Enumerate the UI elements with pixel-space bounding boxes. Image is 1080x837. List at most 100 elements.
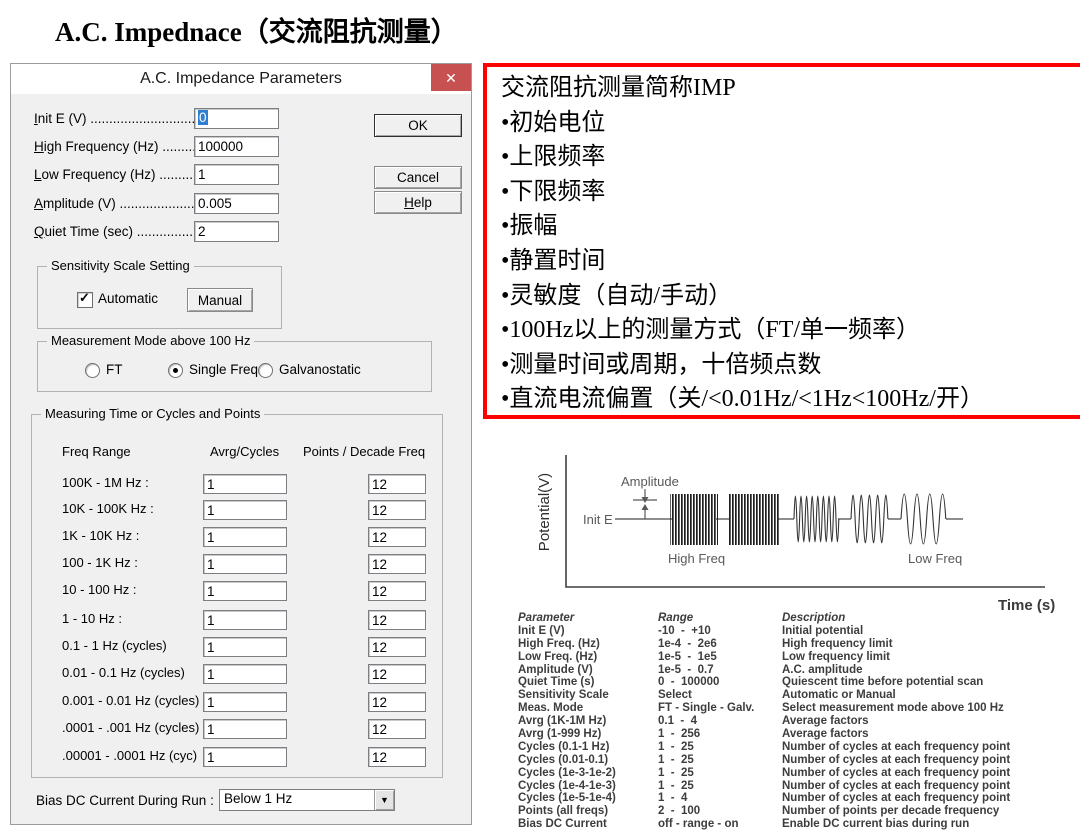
avrg-input[interactable] <box>203 692 287 712</box>
points-input[interactable] <box>368 610 426 630</box>
points-input[interactable] <box>368 581 426 601</box>
single-freq-label: Single Freq. <box>189 362 262 377</box>
avrg-input[interactable] <box>203 610 287 630</box>
avrg-input[interactable] <box>203 527 287 547</box>
table-row: Low Freq. (Hz)1e-5 - 1e5Low frequency li… <box>518 651 1078 664</box>
dense-burst-2 <box>728 494 780 545</box>
points-input[interactable] <box>368 474 426 494</box>
table-row: Cycles (1e-5-1e-4)1 - 4Number of cycles … <box>518 792 1078 805</box>
ft-radio[interactable] <box>85 363 100 378</box>
table-row: Cycles (1e-3-1e-2)1 - 25Number of cycles… <box>518 767 1078 780</box>
table-row: Cycles (1e-4-1e-3)1 - 25Number of cycles… <box>518 780 1078 793</box>
bias-dc-dropdown[interactable]: Below 1 Hz ▼ <box>219 789 395 811</box>
measuring-group: Measuring Time or Cycles and Points Freq… <box>31 414 443 778</box>
parameter-table-header: ParameterRangeDescription <box>518 612 1078 625</box>
parameter-table: ParameterRangeDescription Init E (V)-10 … <box>518 612 1078 831</box>
bias-dc-value: Below 1 Hz <box>220 790 374 810</box>
freq-row-label: .00001 - .0001 Hz (cyc) <box>62 748 197 763</box>
up-arrow-icon <box>642 504 649 510</box>
ac-impedance-parameters-dialog: A.C. Impedance Parameters ✕ Init E (V) .… <box>10 63 472 825</box>
avrg-input[interactable] <box>203 474 287 494</box>
avrg-input[interactable] <box>203 581 287 601</box>
notes-box: 交流阻抗测量简称IMP •初始电位 •上限频率 •下限频率 •振幅 •静置时间 … <box>483 63 1080 419</box>
sine-group-a <box>794 496 839 542</box>
avrg-input[interactable] <box>203 500 287 520</box>
waveform-diagram: Potential(V) Amplitude Init E High Freq … <box>515 440 1070 615</box>
high-freq-label: High Freq <box>668 551 725 566</box>
bias-dc-label: Bias DC Current During Run : <box>36 793 214 808</box>
note-line: •下限频率 <box>501 175 1080 210</box>
init-e-diagram-label: Init E <box>583 512 613 527</box>
freq-row-label: 1 - 10 Hz : <box>62 611 122 626</box>
automatic-checkbox[interactable]: ✓ <box>77 292 93 308</box>
selected-text: 0 <box>198 110 208 125</box>
note-line: •测量时间或周期，十倍频点数 <box>501 348 1080 383</box>
avrg-input[interactable] <box>203 747 287 767</box>
note-line: •灵敏度（自动/手动） <box>501 279 1080 314</box>
table-row: Quiet Time (s)0 - 100000Quiescent time b… <box>518 676 1078 689</box>
avrg-input[interactable] <box>203 719 287 739</box>
table-row: Points (all freqs)2 - 100Number of point… <box>518 805 1078 818</box>
table-row: Avrg (1-999 Hz)1 - 256Average factors <box>518 728 1078 741</box>
single-freq-radio[interactable] <box>168 363 183 378</box>
freq-row-label: 0.1 - 1 Hz (cycles) <box>62 638 167 653</box>
table-row: Bias DC Currentoff - range - onEnable DC… <box>518 818 1078 831</box>
table-row: Init E (V)-10 - +10Initial potential <box>518 625 1078 638</box>
page: A.C. Impednace（交流阻抗测量） A.C. Impedance Pa… <box>0 0 1080 837</box>
points-input[interactable] <box>368 692 426 712</box>
help-button[interactable]: Help <box>374 191 462 214</box>
sensitivity-scale-group-title: Sensitivity Scale Setting <box>47 258 194 273</box>
quiet-time-label: Quiet Time (sec) ............... <box>34 224 193 239</box>
sensitivity-scale-group: Sensitivity Scale Setting ✓ Automatic Ma… <box>37 266 282 329</box>
note-line: •初始电位 <box>501 106 1080 141</box>
freq-row-label: 100K - 1M Hz : <box>62 475 149 490</box>
points-input[interactable] <box>368 637 426 657</box>
sine-group-b <box>851 495 888 543</box>
measurement-mode-group: Measurement Mode above 100 Hz FT Single … <box>37 341 432 392</box>
points-input[interactable] <box>368 554 426 574</box>
note-line: •振幅 <box>501 209 1080 244</box>
table-row: Sensitivity ScaleSelectAutomatic or Manu… <box>518 689 1078 702</box>
check-icon: ✓ <box>79 290 90 306</box>
page-title: A.C. Impednace（交流阻抗测量） <box>55 10 458 49</box>
points-input[interactable] <box>368 500 426 520</box>
points-input[interactable] <box>368 664 426 684</box>
note-line: •直流电流偏置（关/<0.01Hz/<1Hz<100Hz/开） <box>501 382 1080 417</box>
freq-row-label: 10 - 100 Hz : <box>62 582 136 597</box>
ok-button[interactable]: OK <box>374 114 462 137</box>
amplitude-label: Amplitude (V) ..................... <box>34 196 198 211</box>
init-e-input[interactable]: 0 <box>194 108 279 129</box>
avrg-cycles-header: Avrg/Cycles <box>210 444 279 459</box>
init-e-label: Init E (V) ............................ <box>34 111 195 126</box>
points-input[interactable] <box>368 527 426 547</box>
amplitude-input[interactable] <box>194 193 279 214</box>
table-row: Cycles (0.01-0.1)1 - 25Number of cycles … <box>518 754 1078 767</box>
freq-row-label: 0.001 - 0.01 Hz (cycles) <box>62 693 199 708</box>
dropdown-arrow-icon[interactable]: ▼ <box>374 790 394 810</box>
low-frequency-label: Low Frequency (Hz) .......... <box>34 167 197 182</box>
low-frequency-input[interactable] <box>194 164 279 185</box>
ft-label: FT <box>106 362 123 377</box>
measurement-mode-group-title: Measurement Mode above 100 Hz <box>47 333 254 348</box>
high-frequency-label: High Frequency (Hz) ......... <box>34 139 196 154</box>
avrg-input[interactable] <box>203 664 287 684</box>
sine-group-c <box>901 494 946 544</box>
quiet-time-input[interactable] <box>194 221 279 242</box>
freq-row-label: 100 - 1K Hz : <box>62 555 138 570</box>
points-input[interactable] <box>368 719 426 739</box>
manual-button[interactable]: Manual <box>187 288 253 312</box>
freq-row-label: 0.01 - 0.1 Hz (cycles) <box>62 665 185 680</box>
high-frequency-input[interactable] <box>194 136 279 157</box>
note-line: 交流阻抗测量简称IMP <box>501 71 1080 106</box>
note-line: •上限频率 <box>501 140 1080 175</box>
close-icon: ✕ <box>445 70 457 86</box>
amplitude-label: Amplitude <box>621 474 679 489</box>
points-input[interactable] <box>368 747 426 767</box>
cancel-button[interactable]: Cancel <box>374 166 462 189</box>
galvanostatic-radio[interactable] <box>258 363 273 378</box>
avrg-input[interactable] <box>203 554 287 574</box>
freq-row-label: 10K - 100K Hz : <box>62 501 154 516</box>
y-axis-label: Potential(V) <box>536 473 553 551</box>
avrg-input[interactable] <box>203 637 287 657</box>
close-button[interactable]: ✕ <box>431 64 471 91</box>
